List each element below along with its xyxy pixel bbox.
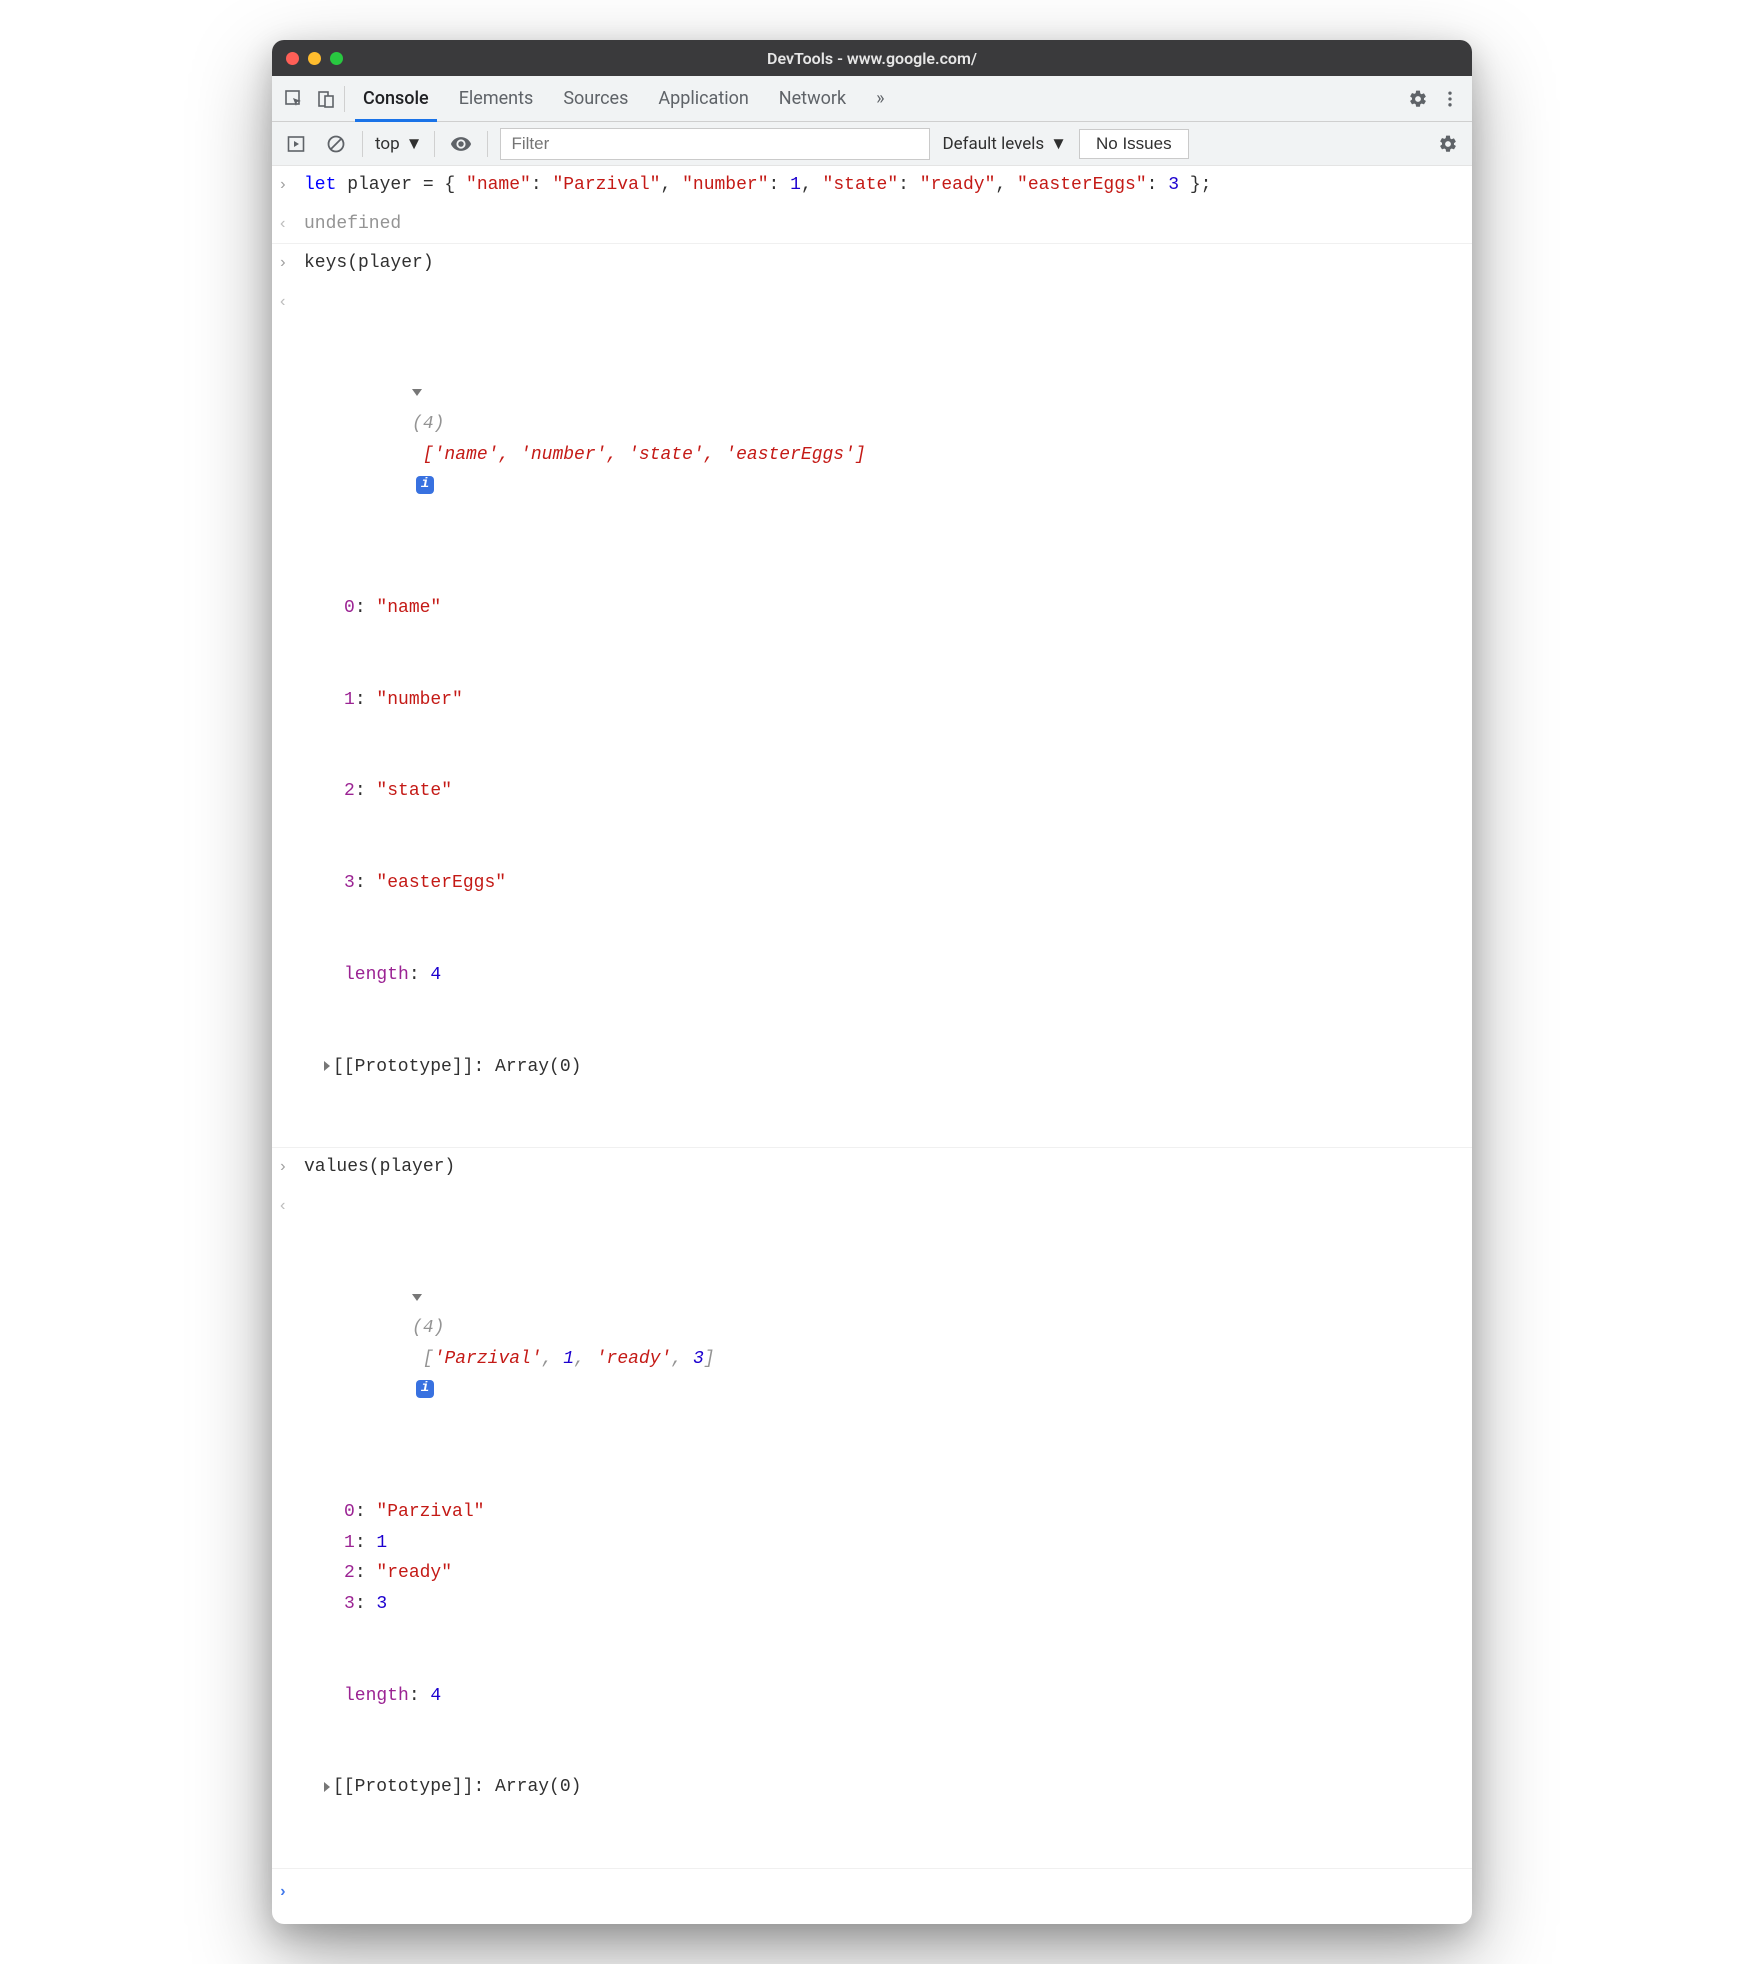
console-output-row: ‹ (4) ['Parzival', 1, 'ready', 3] i 0: "…: [272, 1187, 1472, 1869]
output-arrow-icon: ‹: [278, 1191, 304, 1864]
array-value: "name": [376, 598, 441, 618]
console-output-row: ‹ undefined: [272, 205, 1472, 245]
output-value: undefined: [304, 209, 1466, 240]
output-arrow-icon: ‹: [278, 209, 304, 240]
array-value: "easterEggs": [376, 873, 506, 893]
tab-network[interactable]: Network: [779, 76, 846, 121]
array-value: 3: [376, 1594, 387, 1614]
console-input-row[interactable]: › keys(player): [272, 244, 1472, 283]
minimize-icon[interactable]: [308, 52, 321, 65]
length-value: 4: [430, 965, 441, 985]
console-input-code: let player = { "name": "Parzival", "numb…: [304, 170, 1466, 201]
device-toggle-icon[interactable]: [312, 85, 340, 113]
live-expression-icon[interactable]: [447, 130, 475, 158]
prototype-value: Array(0): [495, 1777, 581, 1797]
array-value: "ready": [376, 1563, 452, 1583]
length-label: length: [344, 1686, 409, 1706]
array-index: 2: [344, 1563, 355, 1583]
inspect-icon[interactable]: [280, 85, 308, 113]
array-summary: ['Parzival', 1, 'ready', 3]: [412, 1349, 715, 1369]
array-index: 2: [344, 781, 355, 801]
array-index: 0: [344, 598, 355, 618]
expand-toggle-icon[interactable]: [412, 1294, 422, 1301]
length-label: length: [344, 965, 409, 985]
settings-icon[interactable]: [1404, 85, 1432, 113]
expand-toggle-icon[interactable]: [412, 389, 422, 396]
prototype-label: [[Prototype]]: [333, 1777, 473, 1797]
separator: [434, 131, 435, 157]
array-result[interactable]: (4) ['name', 'number', 'state', 'easterE…: [304, 287, 1466, 1144]
length-value: 4: [430, 1686, 441, 1706]
tabs-overflow-icon[interactable]: »: [876, 76, 884, 121]
info-icon[interactable]: i: [416, 476, 434, 494]
tab-console[interactable]: Console: [363, 76, 429, 121]
console-prompt[interactable]: ›: [272, 1869, 1472, 1924]
filter-input[interactable]: [500, 128, 930, 160]
clear-console-icon[interactable]: [322, 130, 350, 158]
chevron-down-icon: ▼: [406, 134, 423, 154]
context-label: top: [375, 134, 400, 154]
prompt-chevron-icon: ›: [278, 1877, 304, 1906]
console-output-row: ‹ (4) ['name', 'number', 'state', 'easte…: [272, 283, 1472, 1149]
console-input-code: values(player): [304, 1152, 1466, 1183]
tab-application[interactable]: Application: [658, 76, 748, 121]
array-index: 1: [344, 1533, 355, 1553]
array-value: "number": [376, 690, 462, 710]
console-output: › let player = { "name": "Parzival", "nu…: [272, 166, 1472, 1924]
console-input-code: keys(player): [304, 248, 1466, 279]
array-value: "state": [376, 781, 452, 801]
array-value: "Parzival": [376, 1502, 484, 1522]
window-title: DevTools - www.google.com/: [272, 49, 1472, 68]
expand-toggle-icon[interactable]: [324, 1061, 330, 1071]
traffic-lights: [286, 52, 343, 65]
separator: [487, 131, 488, 157]
close-icon[interactable]: [286, 52, 299, 65]
levels-label: Default levels: [942, 134, 1044, 154]
array-result[interactable]: (4) ['Parzival', 1, 'ready', 3] i 0: "Pa…: [304, 1191, 1466, 1864]
more-icon[interactable]: [1436, 85, 1464, 113]
tab-elements[interactable]: Elements: [459, 76, 534, 121]
prototype-label: [[Prototype]]: [333, 1057, 473, 1077]
array-index: 0: [344, 1502, 355, 1522]
array-index: 3: [344, 1594, 355, 1614]
array-count: (4): [412, 1318, 444, 1338]
console-settings-icon[interactable]: [1434, 130, 1462, 158]
issues-button[interactable]: No Issues: [1079, 129, 1189, 159]
input-chevron-icon: ›: [278, 248, 304, 279]
log-levels-selector[interactable]: Default levels ▼: [942, 134, 1067, 154]
array-count: (4): [412, 414, 444, 434]
separator: [344, 86, 345, 112]
expand-toggle-icon[interactable]: [324, 1782, 330, 1792]
console-toolbar: top ▼ Default levels ▼ No Issues: [272, 122, 1472, 166]
input-chevron-icon: ›: [278, 1152, 304, 1183]
context-selector[interactable]: top ▼: [375, 134, 422, 154]
info-icon[interactable]: i: [416, 1380, 434, 1398]
array-value: 1: [376, 1533, 387, 1553]
devtools-window: DevTools - www.google.com/ Console Eleme…: [272, 40, 1472, 1924]
tab-sources[interactable]: Sources: [563, 76, 628, 121]
array-index: 3: [344, 873, 355, 893]
panel-tabbar: Console Elements Sources Application Net…: [272, 76, 1472, 122]
console-input-field[interactable]: [304, 1877, 1466, 1906]
tabs: Console Elements Sources Application Net…: [363, 76, 885, 121]
sidebar-toggle-icon[interactable]: [282, 130, 310, 158]
array-summary: ['name', 'number', 'state', 'easterEggs'…: [412, 445, 866, 465]
titlebar: DevTools - www.google.com/: [272, 40, 1472, 76]
chevron-down-icon: ▼: [1050, 134, 1067, 154]
maximize-icon[interactable]: [330, 52, 343, 65]
console-input-row[interactable]: › values(player): [272, 1148, 1472, 1187]
input-chevron-icon: ›: [278, 170, 304, 201]
output-arrow-icon: ‹: [278, 287, 304, 1144]
prototype-value: Array(0): [495, 1057, 581, 1077]
separator: [362, 131, 363, 157]
console-input-row[interactable]: › let player = { "name": "Parzival", "nu…: [272, 166, 1472, 205]
array-index: 1: [344, 690, 355, 710]
